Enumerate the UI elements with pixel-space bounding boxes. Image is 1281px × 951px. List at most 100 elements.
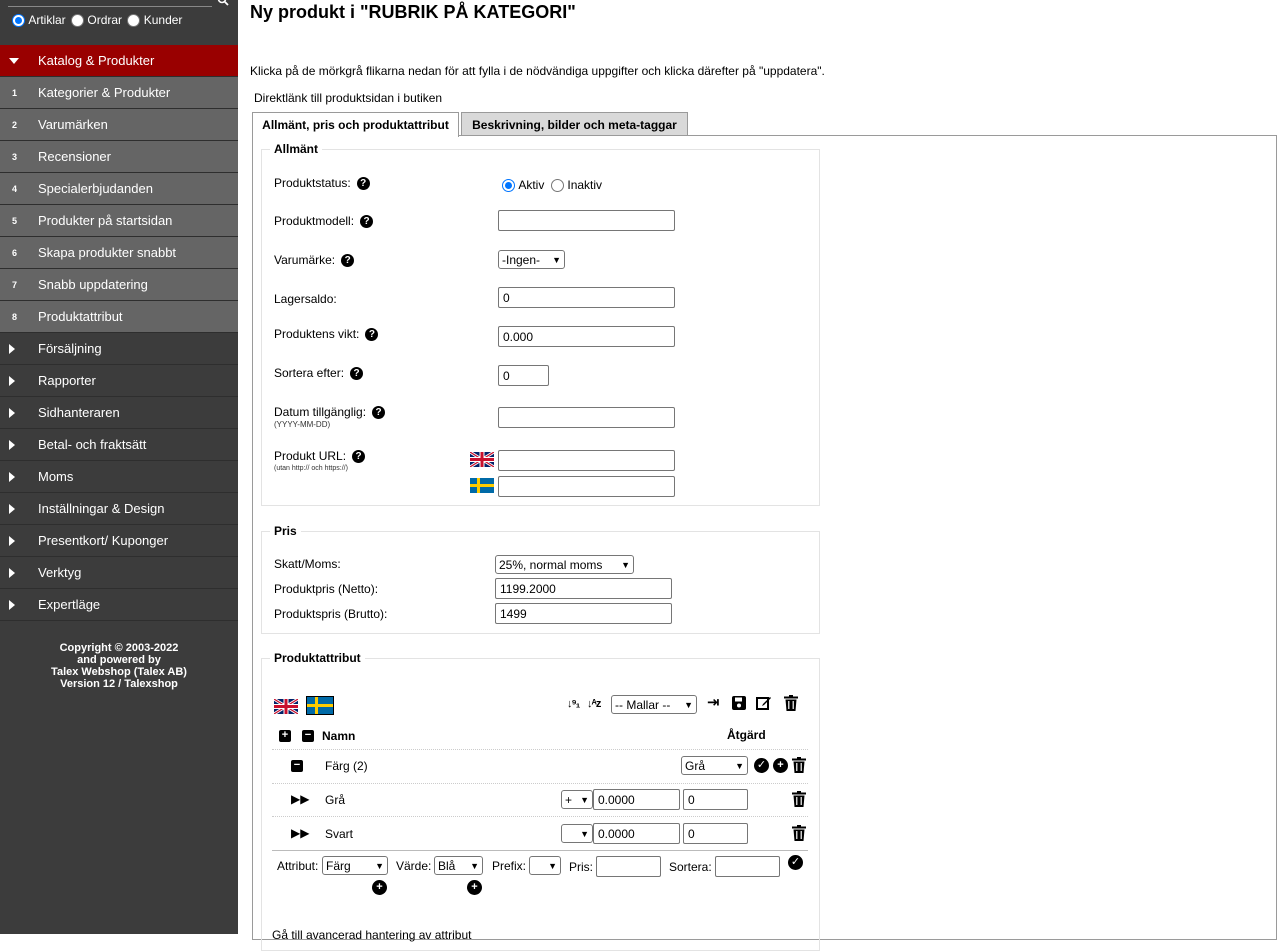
status-inactive-radio[interactable] xyxy=(551,178,565,192)
help-icon[interactable]: ? xyxy=(352,449,366,463)
radio-customers[interactable] xyxy=(127,13,141,27)
option-price-input[interactable]: 0.0000 xyxy=(593,823,680,844)
confirm-icon[interactable]: ✓ xyxy=(754,758,769,773)
price-fieldset: Pris Skatt/Moms: 25%, normal moms ▼ Produ… xyxy=(261,524,820,634)
sweden-flag-icon[interactable] xyxy=(306,696,334,715)
add-price-input[interactable] xyxy=(596,856,661,877)
caret-right-icon xyxy=(0,407,38,418)
add-value-select[interactable]: Blå ▼ xyxy=(434,856,483,875)
menu-quick-create[interactable]: 6 Skapa produkter snabbt xyxy=(0,237,238,269)
url-input-en[interactable] xyxy=(498,450,675,471)
stock-input[interactable]: 0 xyxy=(498,287,675,308)
search-input[interactable] xyxy=(8,6,212,7)
add-price-label: Pris: xyxy=(569,860,593,874)
prefix-select[interactable]: ▼ xyxy=(561,824,593,843)
prefix-select[interactable]: + ▼ xyxy=(561,790,593,809)
copyright: Copyright © 2003-2022 and powered by Tal… xyxy=(0,642,238,690)
help-icon[interactable]: ? xyxy=(360,214,374,228)
model-input[interactable] xyxy=(498,210,675,231)
menu-reports[interactable]: Rapporter xyxy=(0,365,238,397)
group-value-select[interactable]: Grå ▼ xyxy=(681,756,748,775)
radio-articles[interactable] xyxy=(12,13,25,27)
tab-panel: Allmänt Produktstatus:? Aktiv Inaktiv Pr… xyxy=(252,135,1277,951)
radio-orders[interactable] xyxy=(71,13,85,27)
tax-select[interactable]: 25%, normal moms ▼ xyxy=(495,555,634,574)
stock-label: Lagersaldo: xyxy=(274,292,337,306)
add-icon[interactable]: + xyxy=(773,758,788,773)
add-attribute-icon[interactable]: + xyxy=(372,880,387,895)
menu-product-attributes[interactable]: 8 Produktattribut xyxy=(0,301,238,333)
trash-icon[interactable] xyxy=(792,791,806,807)
direct-link[interactable]: Direktlänk till produktsidan i butiken xyxy=(254,91,442,105)
tab-description[interactable]: Beskrivning, bilder och meta-taggar xyxy=(461,112,688,136)
url-input-sv[interactable] xyxy=(498,476,675,497)
save-icon[interactable] xyxy=(732,696,746,710)
collapse-all-icon[interactable]: − xyxy=(302,730,314,742)
url-label-text: Produkt URL: xyxy=(274,449,347,463)
expand-all-icon[interactable]: + xyxy=(279,730,291,742)
menu-tax[interactable]: Moms xyxy=(0,461,238,493)
help-icon[interactable]: ? xyxy=(365,327,379,341)
templates-select[interactable]: -- Mallar -- ▼ xyxy=(611,695,697,714)
menu-page-manager[interactable]: Sidhanteraren xyxy=(0,397,238,429)
caret-right-icon xyxy=(0,503,38,514)
prefix-select-value: + xyxy=(565,792,573,807)
help-icon[interactable]: ? xyxy=(341,253,355,267)
sort-alpha-icon[interactable]: ↓ᴬᴢ xyxy=(587,697,601,712)
uk-flag-icon[interactable] xyxy=(274,699,298,714)
menu-featured[interactable]: 5 Produkter på startsidan xyxy=(0,205,238,237)
menu-settings-design[interactable]: Inställningar & Design xyxy=(0,493,238,525)
model-label-text: Produktmodell: xyxy=(274,214,355,228)
intro-text: Klicka på de mörkgrå flikarna nedan för … xyxy=(250,64,825,78)
weight-input[interactable]: 0.000 xyxy=(498,326,675,347)
scope-orders[interactable]: Ordrar xyxy=(68,13,122,27)
help-icon[interactable]: ? xyxy=(350,366,364,380)
caret-right-icon xyxy=(0,535,38,546)
search-icon[interactable] xyxy=(217,0,229,6)
net-price-input[interactable]: 1199.2000 xyxy=(495,578,672,599)
menu-brands[interactable]: 2 Varumärken xyxy=(0,109,238,141)
date-input[interactable] xyxy=(498,407,675,428)
chevron-down-icon: ▼ xyxy=(621,559,630,570)
menu-quick-update[interactable]: 7 Snabb uppdatering xyxy=(0,269,238,301)
option-sort-input[interactable]: 0 xyxy=(683,823,748,844)
sort-input[interactable]: 0 xyxy=(498,365,549,386)
option-sort-input[interactable]: 0 xyxy=(683,789,748,810)
menu-specials[interactable]: 4 Specialerbjudanden xyxy=(0,173,238,205)
confirm-add-icon[interactable]: ✓ xyxy=(788,855,803,870)
tab-general[interactable]: Allmänt, pris och produktattribut xyxy=(252,112,459,137)
help-icon[interactable]: ? xyxy=(372,405,386,419)
sort-numeric-icon[interactable]: ↓⁹₁ xyxy=(567,697,580,712)
menu-expert-mode[interactable]: Expertläge xyxy=(0,589,238,621)
add-value-icon[interactable]: + xyxy=(467,880,482,895)
add-prefix-select[interactable]: ▼ xyxy=(529,856,561,875)
caret-right-icon xyxy=(0,375,38,386)
scope-articles[interactable]: Artiklar xyxy=(12,13,66,27)
option-price-input[interactable]: 0.0000 xyxy=(593,789,680,810)
import-icon[interactable]: ⇥ xyxy=(707,695,720,710)
status-active-radio[interactable] xyxy=(502,178,515,192)
edit-icon[interactable] xyxy=(756,695,772,711)
menu-payment-shipping[interactable]: Betal- och fraktsätt xyxy=(0,429,238,461)
menu-catalog[interactable]: Katalog & Produkter xyxy=(0,45,238,77)
menu-categories-products[interactable]: 1 Kategorier & Produkter xyxy=(0,77,238,109)
scope-customers[interactable]: Kunder xyxy=(124,13,182,27)
brand-label: Varumärke:? xyxy=(274,253,355,267)
status-active-label: Aktiv xyxy=(518,178,545,192)
menu-giftcards-coupons[interactable]: Presentkort/ Kuponger xyxy=(0,525,238,557)
help-icon[interactable]: ? xyxy=(356,176,370,190)
menu-sales[interactable]: Försäljning xyxy=(0,333,238,365)
menu-tools[interactable]: Verktyg xyxy=(0,557,238,589)
add-sort-input[interactable] xyxy=(715,856,780,877)
gross-price-input[interactable]: 1499 xyxy=(495,603,672,624)
trash-icon[interactable] xyxy=(792,825,806,841)
collapse-group-icon[interactable]: − xyxy=(291,760,303,772)
trash-icon[interactable] xyxy=(784,695,798,711)
menu-reviews[interactable]: 3 Recensioner xyxy=(0,141,238,173)
status-label: Produktstatus:? xyxy=(274,176,370,190)
option-name: Svart xyxy=(325,827,354,841)
add-attr-select[interactable]: Färg ▼ xyxy=(322,856,388,875)
brand-select[interactable]: -Ingen- ▼ xyxy=(498,250,565,269)
trash-icon[interactable] xyxy=(792,757,806,773)
advanced-attributes-link[interactable]: Gå till avancerad hantering av attribut xyxy=(272,928,471,942)
